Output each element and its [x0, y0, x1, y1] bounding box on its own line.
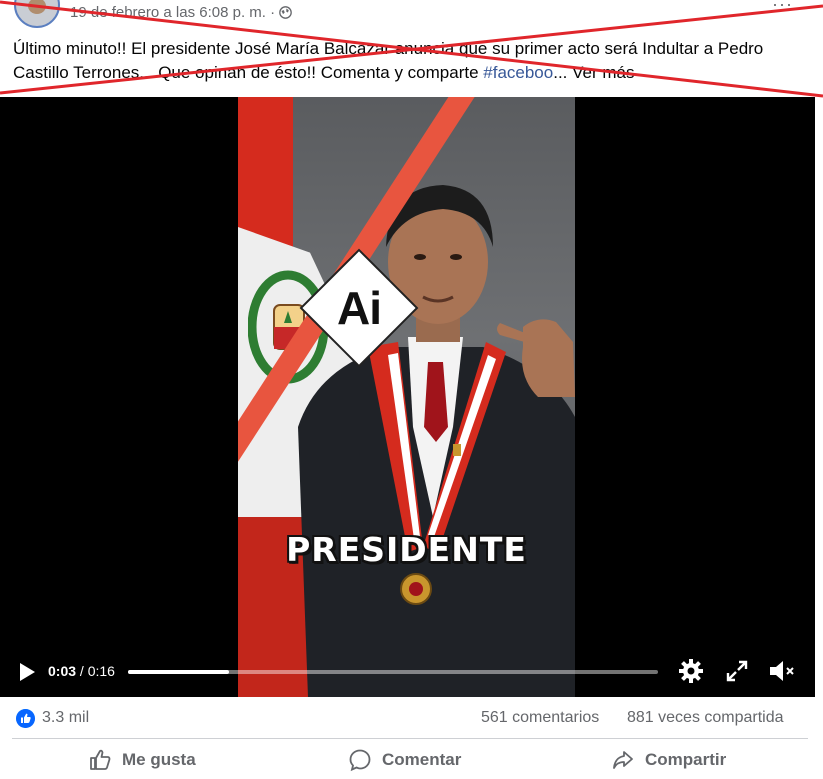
globe-icon [279, 6, 292, 19]
post-meta: 19 de febrero a las 6:08 p. m. · [70, 4, 292, 21]
comment-button[interactable]: Comentar [348, 744, 461, 776]
facebook-post: 19 de febrero a las 6:08 p. m. · ··· Últ… [0, 0, 823, 779]
video-caption: PRESIDENTE [286, 530, 527, 569]
divider [12, 738, 808, 739]
see-more-link[interactable]: ... Ver más [553, 63, 634, 82]
progress-bar[interactable] [128, 670, 658, 674]
video-time: 0:03 / 0:16 [48, 663, 115, 679]
ai-generated-badge: Ai [302, 251, 416, 365]
video-frame [238, 97, 575, 697]
share-arrow-icon [613, 751, 633, 769]
video-player[interactable]: Ai PRESIDENTE 0:03 / 0:16 [0, 97, 815, 697]
progress-fill [128, 670, 229, 674]
gear-icon[interactable] [678, 658, 704, 684]
like-label: Me gusta [122, 750, 196, 769]
post-body: Último minuto!! El presidente José María… [13, 39, 764, 82]
post-timestamp[interactable]: 19 de febrero a las 6:08 p. m. · [70, 4, 275, 21]
more-options-button[interactable]: ··· [772, 0, 793, 15]
current-time: 0:03 [48, 663, 77, 679]
like-button[interactable]: Me gusta [88, 744, 196, 776]
play-icon[interactable] [17, 661, 37, 683]
video-controls: 0:03 / 0:16 [0, 652, 815, 697]
fullscreen-icon[interactable] [726, 660, 748, 682]
page-avatar[interactable] [14, 0, 60, 28]
post-stats: 3.3 mil 561 comentarios 881 veces compar… [0, 697, 815, 741]
share-button[interactable]: Compartir [611, 744, 726, 776]
duration: 0:16 [87, 663, 115, 679]
thumbs-up-icon [90, 749, 111, 770]
volume-muted-icon[interactable] [768, 658, 796, 684]
comment-label: Comentar [382, 750, 462, 769]
reaction-count[interactable]: 3.3 mil [42, 709, 89, 727]
share-label: Compartir [645, 750, 727, 769]
like-reaction-icon[interactable] [16, 709, 35, 728]
share-count[interactable]: 881 veces compartida [627, 709, 784, 727]
comment-count[interactable]: 561 comentarios [481, 709, 599, 727]
time-separator: / [76, 663, 88, 679]
hashtag-link[interactable]: #faceboo [483, 63, 553, 82]
post-actions: Me gusta Comentar Compartir [0, 740, 815, 779]
post-text: Último minuto!! El presidente José María… [13, 37, 813, 85]
ai-slash-overlay [238, 97, 475, 462]
comment-bubble-icon [349, 749, 371, 772]
